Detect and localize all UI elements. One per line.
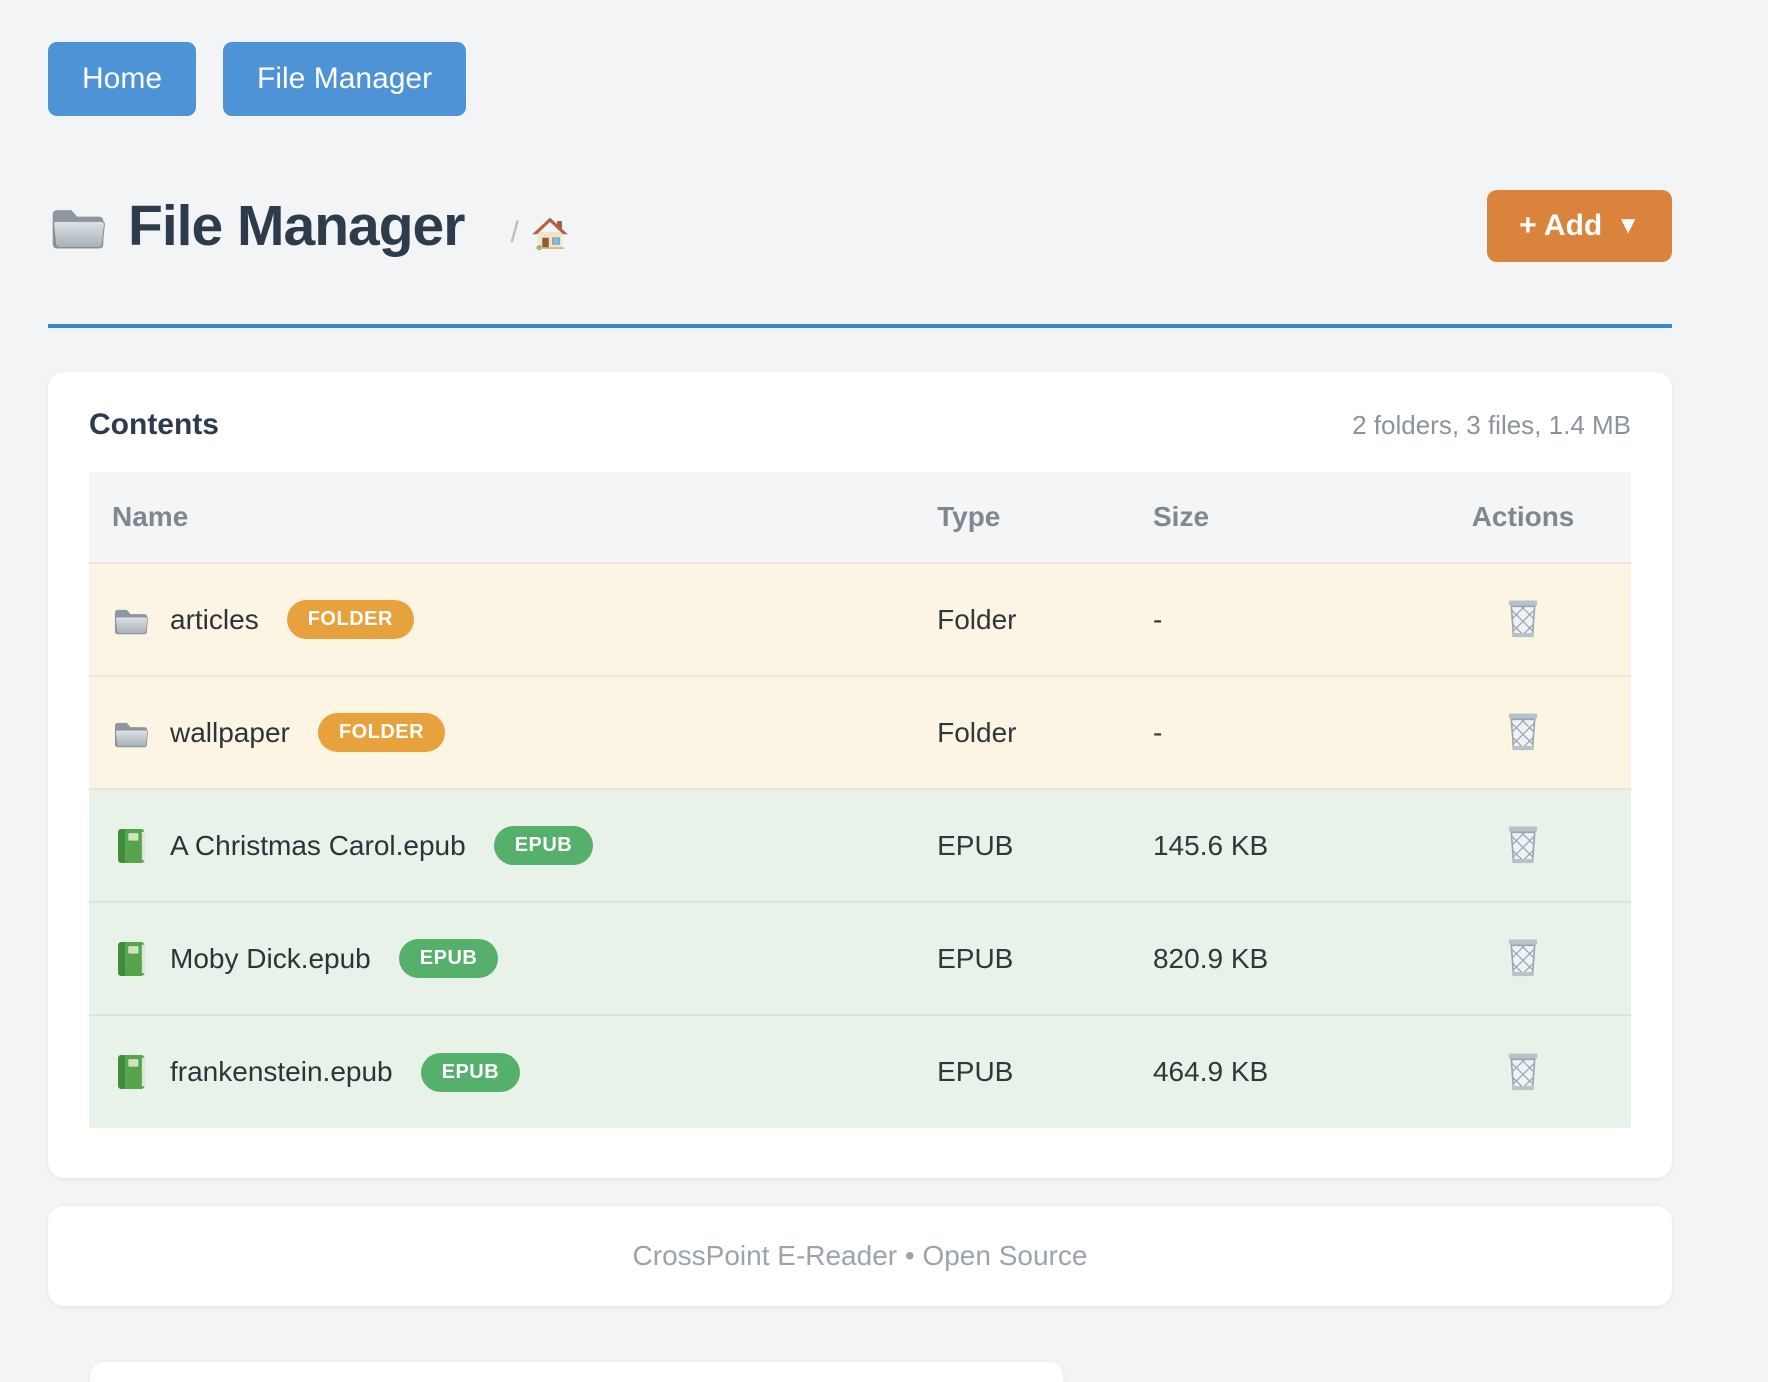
table-row[interactable]: frankenstein.epub EPUB EPUB 464.9 KB — [89, 1015, 1631, 1128]
add-button[interactable]: + Add ▼ — [1487, 190, 1672, 262]
title-wrap: File Manager / — [48, 195, 1487, 258]
folder-icon — [112, 714, 150, 752]
table-row[interactable]: Moby Dick.epub EPUB EPUB 820.9 KB — [89, 902, 1631, 1015]
footer: CrossPoint E-Reader • Open Source — [48, 1206, 1672, 1306]
file-size: 820.9 KB — [1153, 902, 1415, 1015]
trash-icon — [1503, 709, 1543, 753]
page: Home File Manager File Manager / + Add ▼… — [0, 0, 1768, 1306]
file-size: 464.9 KB — [1153, 1015, 1415, 1128]
top-nav: Home File Manager — [48, 42, 1672, 116]
type-badge: EPUB — [399, 939, 499, 978]
type-badge: EPUB — [421, 1053, 521, 1092]
folder-icon — [112, 601, 150, 639]
file-type: Folder — [937, 676, 1153, 789]
table-row[interactable]: A Christmas Carol.epub EPUB EPUB 145.6 K… — [89, 789, 1631, 902]
file-type: Folder — [937, 563, 1153, 676]
chevron-down-icon: ▼ — [1616, 212, 1640, 240]
partial-card — [90, 1362, 1063, 1382]
folder-icon — [48, 196, 108, 256]
type-badge: FOLDER — [318, 713, 445, 752]
breadcrumb: / — [510, 214, 568, 252]
file-name: wallpaper — [170, 717, 290, 749]
file-name: A Christmas Carol.epub — [170, 830, 466, 862]
file-type: EPUB — [937, 902, 1153, 1015]
files-table: Name Type Size Actions articles FOLDER F… — [89, 472, 1631, 1128]
file-type: EPUB — [937, 1015, 1153, 1128]
type-badge: FOLDER — [287, 600, 414, 639]
file-size: - — [1153, 563, 1415, 676]
file-name: frankenstein.epub — [170, 1056, 393, 1088]
contents-title: Contents — [89, 408, 219, 442]
trash-icon — [1503, 935, 1543, 979]
file-size: 145.6 KB — [1153, 789, 1415, 902]
delete-button[interactable] — [1499, 1045, 1547, 1097]
column-header-type: Type — [937, 472, 1153, 563]
delete-button[interactable] — [1499, 592, 1547, 644]
contents-summary: 2 folders, 3 files, 1.4 MB — [1352, 410, 1631, 441]
book-icon — [112, 940, 150, 978]
footer-text: CrossPoint E-Reader • Open Source — [633, 1240, 1088, 1272]
book-icon — [112, 1053, 150, 1091]
delete-button[interactable] — [1499, 931, 1547, 983]
table-header-row: Name Type Size Actions — [89, 472, 1631, 563]
book-icon — [112, 827, 150, 865]
breadcrumb-separator: / — [510, 216, 518, 250]
type-badge: EPUB — [494, 826, 594, 865]
column-header-size: Size — [1153, 472, 1415, 563]
trash-icon — [1503, 822, 1543, 866]
file-size: - — [1153, 676, 1415, 789]
file-name: Moby Dick.epub — [170, 943, 371, 975]
file-manager-button[interactable]: File Manager — [223, 42, 466, 116]
table-row[interactable]: articles FOLDER Folder - — [89, 563, 1631, 676]
delete-button[interactable] — [1499, 818, 1547, 870]
contents-card: Contents 2 folders, 3 files, 1.4 MB Name… — [48, 372, 1672, 1178]
contents-card-header: Contents 2 folders, 3 files, 1.4 MB — [89, 408, 1631, 442]
file-type: EPUB — [937, 789, 1153, 902]
page-title: File Manager — [128, 195, 464, 258]
delete-button[interactable] — [1499, 705, 1547, 757]
file-name: articles — [170, 604, 259, 636]
page-header: File Manager / + Add ▼ — [48, 190, 1672, 328]
trash-icon — [1503, 596, 1543, 640]
home-button[interactable]: Home — [48, 42, 196, 116]
trash-icon — [1503, 1049, 1543, 1093]
column-header-name: Name — [89, 472, 937, 563]
home-icon[interactable] — [531, 214, 569, 252]
table-row[interactable]: wallpaper FOLDER Folder - — [89, 676, 1631, 789]
column-header-actions: Actions — [1415, 472, 1631, 563]
add-button-label: + Add — [1519, 209, 1602, 243]
